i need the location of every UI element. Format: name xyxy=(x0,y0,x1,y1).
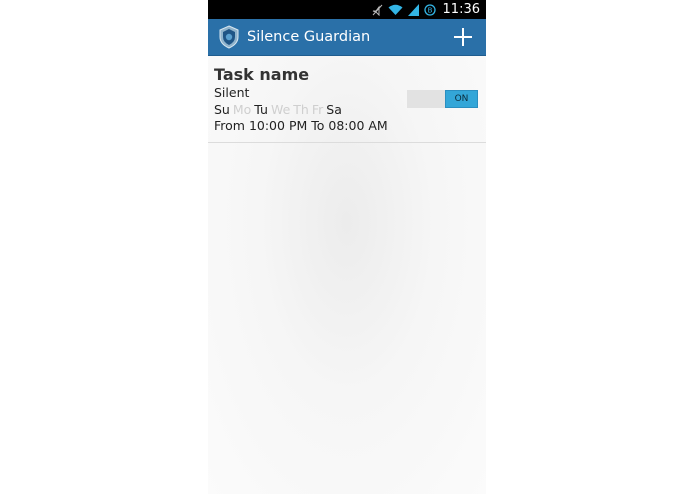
phone-screen: B 11:36 Silence Guardian Task name Silen… xyxy=(208,0,486,494)
toggle-on-label: ON xyxy=(445,90,478,108)
signal-icon xyxy=(407,3,419,16)
shield-icon[interactable] xyxy=(217,25,241,49)
task-name: Task name xyxy=(214,65,310,84)
day-sa: Sa xyxy=(326,101,342,117)
day-mo: Mo xyxy=(232,101,252,117)
action-bar: Silence Guardian xyxy=(208,19,486,56)
day-we: We xyxy=(270,101,291,117)
day-tu: Tu xyxy=(254,101,268,117)
svg-text:B: B xyxy=(427,6,432,14)
app-title: Silence Guardian xyxy=(247,29,371,45)
mute-icon xyxy=(371,4,383,16)
status-clock: 11:36 xyxy=(442,2,480,17)
task-time-range: From 10:00 PM To 08:00 AM xyxy=(214,118,388,133)
task-list-item[interactable]: Task name Silent Su Mo Tu We Th Fr Sa From 10:… xyxy=(208,56,486,143)
day-th: Th xyxy=(293,101,309,117)
add-task-button[interactable] xyxy=(450,24,476,50)
day-fr: Fr xyxy=(311,101,324,117)
plus-icon xyxy=(454,28,472,46)
task-toggle-switch[interactable]: ON xyxy=(407,90,478,108)
status-bar: B 11:36 xyxy=(208,0,486,19)
wifi-icon xyxy=(388,4,403,16)
sync-icon: B xyxy=(423,3,436,16)
day-su: Su xyxy=(214,101,230,117)
